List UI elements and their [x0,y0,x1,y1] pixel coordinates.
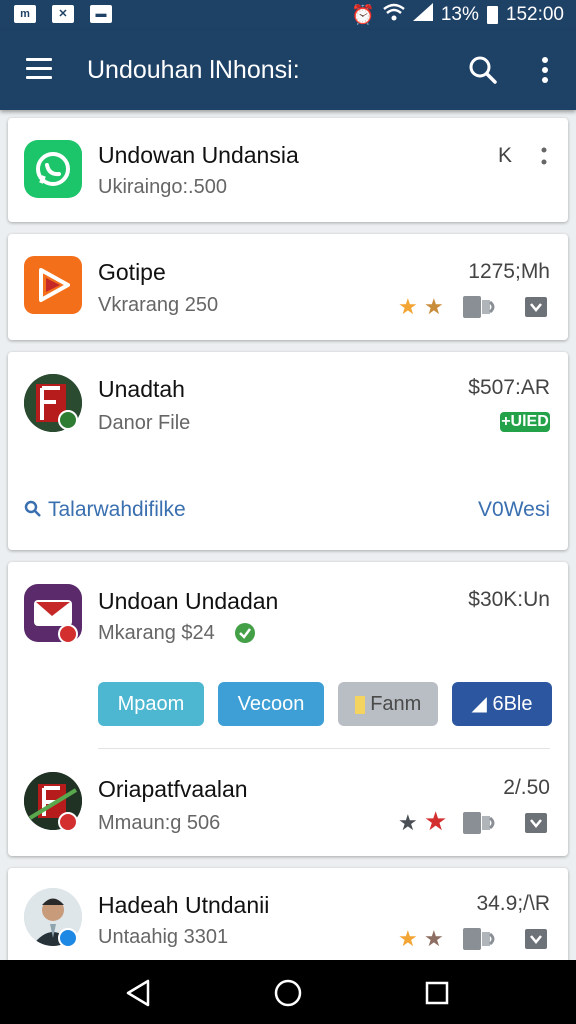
verified-badge-icon [58,410,78,430]
battery-icon [486,6,498,24]
list-item[interactable]: Hadeah Utndanii Untaahig 3301 34.9;/\R ★… [8,868,568,968]
star-icon: ★ [424,926,444,951]
list-item[interactable]: Undoan Undadan Mkarang $24 $30K:Un Mpaom… [8,562,568,856]
alarm-icon: ⏰ [351,5,375,26]
download-box-icon[interactable] [524,812,548,839]
more-vert-icon[interactable] [538,55,552,85]
item-title: Oriapatfvaalan [98,776,248,802]
list-item[interactable]: Undowan Undansia Ukiraingo:.500 K [8,118,568,222]
search-icon[interactable] [468,55,498,85]
item-subtitle: Mmaun:g 506 [98,812,221,834]
verified-badge-icon [58,928,78,948]
recents-icon[interactable] [420,976,454,1010]
status-bar: m ✕ ▬ ⏰ 13% 152:00 [0,0,576,30]
item-title: Gotipe [98,259,166,285]
storage-icon[interactable] [462,294,496,325]
list-item[interactable]: Unadtah Danor File $507:AR +UlED Talarwa… [8,352,568,550]
wifi-icon [383,3,405,27]
item-price: K [497,144,512,167]
chart-icon: ◢ [471,693,487,715]
status-badge: +UlED [500,412,550,432]
divider [98,748,550,749]
message-notification-icon: ▬ [90,5,112,23]
item-price: $30K:Un [468,588,550,611]
item-title: Unadtah [98,376,185,402]
star-icon: ★ [398,926,418,951]
back-icon[interactable] [122,976,156,1010]
star-icon: ★ [398,810,418,835]
check-circle-icon [234,622,256,649]
storage-icon[interactable] [462,926,496,957]
chip-label: Fanm [370,693,422,715]
download-box-icon[interactable] [524,928,548,955]
download-box-icon[interactable] [524,296,548,323]
folder-icon [354,695,365,714]
item-subtitle: Mkarang $24 [98,622,215,644]
close-notification-icon: ✕ [52,5,74,23]
signal-icon [412,3,433,27]
item-price: 34.9;/\R [476,892,550,915]
list-item[interactable]: Gotipe Vkrarang 250 1275;Mh ★ ★ [8,234,568,340]
chip-button-1[interactable]: Mpaom [98,682,204,726]
item-price: $507:AR [468,376,550,399]
item-price: 2/.50 [503,776,550,799]
favorite-badge-icon [58,624,78,644]
item-subtitle: Danor File [98,412,191,434]
item-subtitle: Ukiraingo:.500 [98,176,227,198]
favorite-badge-icon [58,812,78,832]
item-more-icon[interactable] [540,146,548,173]
app-bar: Undouhan lNhonsi: [0,30,576,110]
chip-button-2[interactable]: Vecoon [218,682,324,726]
item-price: 1275;Mh [468,260,550,283]
clock: 152:00 [505,4,564,25]
file-link[interactable]: Talarwahdifilke [48,498,186,522]
system-nav-bar [0,960,576,1024]
item-subtitle: Vkrarang 250 [98,294,219,316]
item-title: Undowan Undansia [98,142,299,168]
chip-label: 6Ble [492,693,533,715]
star-icon: ★ [424,294,444,319]
item-title: Hadeah Utndanii [98,892,270,918]
star-icon: ★ [398,294,418,319]
storage-icon[interactable] [462,810,496,841]
chip-button-3[interactable]: Fanm [338,682,438,726]
play-app-icon [24,256,82,314]
whatsapp-app-icon [24,140,82,198]
hamburger-menu-icon[interactable] [26,58,52,80]
version-link[interactable]: V0Wesi [478,498,550,522]
chip-button-4[interactable]: ◢ 6Ble [452,682,552,726]
search-file-icon[interactable] [24,500,42,523]
battery-percent: 13% [440,4,479,25]
item-subtitle: Untaahig 3301 [98,926,229,948]
home-icon[interactable] [271,976,305,1010]
notification-icon: m [14,5,36,23]
item-title: Undoan Undadan [98,588,279,614]
page-title: Undouhan lNhonsi: [87,56,300,84]
star-icon: ★ [424,806,448,836]
